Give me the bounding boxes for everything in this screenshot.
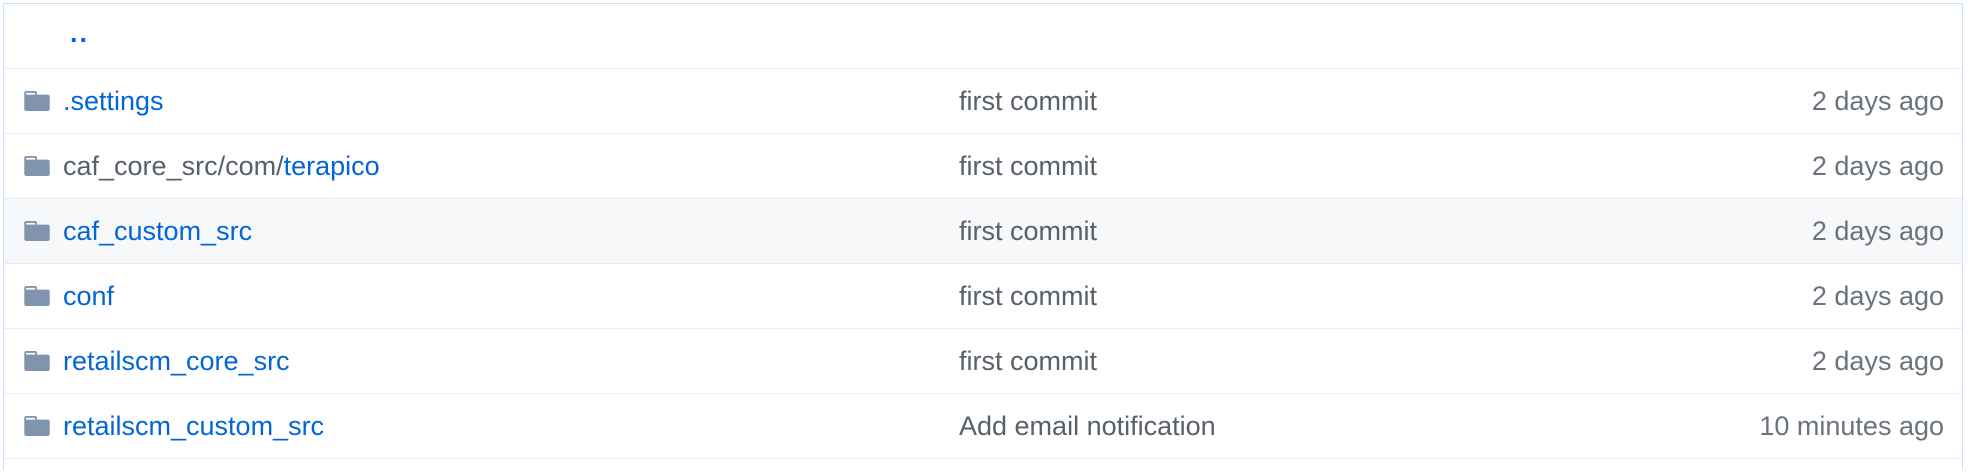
commit-message[interactable]: first commit bbox=[959, 134, 1097, 198]
file-name-cell: conf bbox=[63, 264, 114, 328]
file-name-link[interactable]: caf_custom_src bbox=[63, 216, 252, 247]
commit-age: 2 days ago bbox=[1811, 215, 1944, 246]
commit-age: 2 days ago bbox=[1811, 345, 1944, 376]
commit-message[interactable]: first commit bbox=[959, 69, 1097, 133]
folder-icon bbox=[24, 69, 56, 133]
file-name-link[interactable]: terapico bbox=[284, 151, 380, 182]
parent-directory-link[interactable]: .. bbox=[70, 18, 89, 49]
folder-icon bbox=[24, 134, 56, 198]
table-row[interactable]: retailscm_custom_src Add email notificat… bbox=[4, 393, 1962, 458]
folder-icon bbox=[24, 264, 56, 328]
file-name-cell: retailscm_core_src bbox=[63, 329, 290, 393]
file-name-link[interactable]: retailscm_core_src bbox=[63, 346, 290, 377]
table-row[interactable]: caf_core_src/com/terapico first commit 2… bbox=[4, 133, 1962, 198]
folder-icon bbox=[24, 329, 56, 393]
commit-message[interactable]: first commit bbox=[959, 329, 1097, 393]
commit-age: 2 days ago bbox=[1811, 150, 1944, 181]
folder-icon bbox=[24, 394, 56, 458]
file-name-cell: .settings bbox=[63, 69, 164, 133]
table-row[interactable]: retailscm_core_src first commit 2 days a… bbox=[4, 328, 1962, 393]
table-row-partial bbox=[4, 458, 1962, 470]
commit-message[interactable]: Add email notification bbox=[959, 394, 1216, 458]
file-name-link[interactable]: conf bbox=[63, 281, 114, 312]
commit-message[interactable]: first commit bbox=[959, 264, 1097, 328]
file-name-link[interactable]: .settings bbox=[63, 86, 164, 117]
commit-age: 10 minutes ago bbox=[1759, 410, 1944, 441]
commit-age: 2 days ago bbox=[1811, 280, 1944, 311]
table-row[interactable]: conf first commit 2 days ago bbox=[4, 263, 1962, 328]
file-name-link[interactable]: retailscm_custom_src bbox=[63, 411, 324, 442]
path-prefix[interactable]: caf_core_src/com/ bbox=[63, 151, 284, 182]
parent-directory-row[interactable]: .. bbox=[4, 4, 1962, 68]
file-table: .. .settings first commit 2 days ago caf… bbox=[3, 3, 1963, 470]
table-row[interactable]: caf_custom_src first commit 2 days ago bbox=[4, 198, 1962, 263]
folder-icon bbox=[24, 199, 56, 263]
file-name-cell: caf_custom_src bbox=[63, 199, 252, 263]
table-row[interactable]: .settings first commit 2 days ago bbox=[4, 68, 1962, 133]
file-name-cell: retailscm_custom_src bbox=[63, 394, 324, 458]
commit-age: 2 days ago bbox=[1811, 85, 1944, 116]
file-name-cell: caf_core_src/com/terapico bbox=[63, 134, 380, 198]
commit-message[interactable]: first commit bbox=[959, 199, 1097, 263]
